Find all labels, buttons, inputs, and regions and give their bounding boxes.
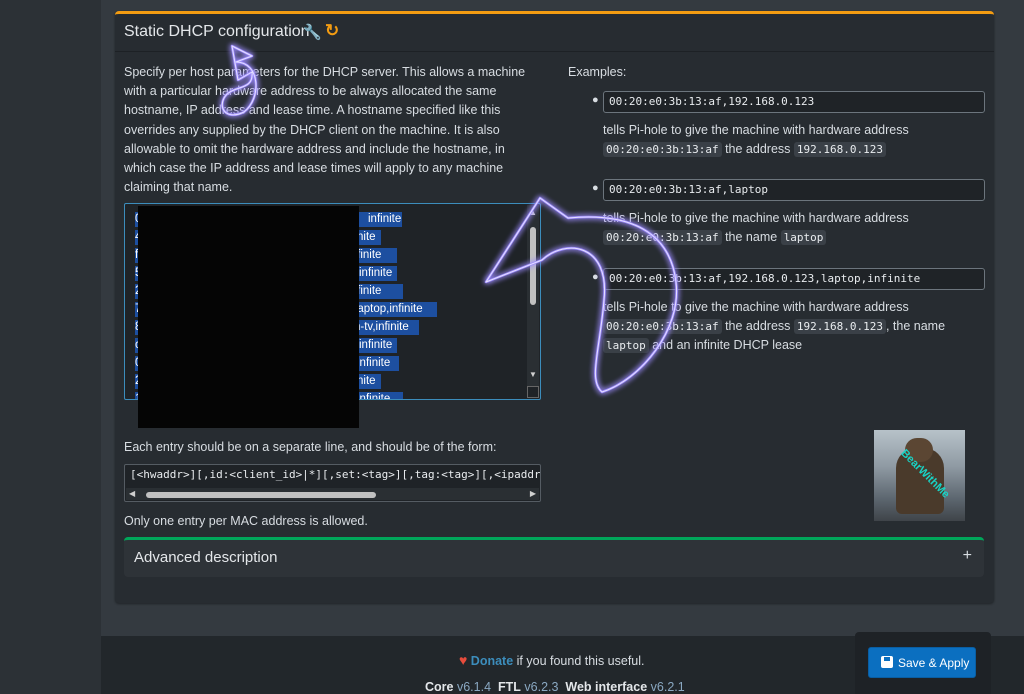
ftl-label: FTL bbox=[497, 680, 521, 694]
example-text: tells Pi-hole to give the machine with h… bbox=[603, 123, 909, 137]
example-text: the address bbox=[725, 142, 791, 156]
core-version[interactable]: v6.1.4 bbox=[457, 680, 491, 694]
example-text: tells Pi-hole to give the machine with h… bbox=[603, 211, 909, 225]
host-line-end: nite bbox=[357, 375, 376, 387]
donate-line: ♥ Donate if you found this useful. bbox=[459, 652, 645, 668]
panel-description: Specify per host parameters for the DHCP… bbox=[124, 65, 526, 195]
host-line-end: n-tv,infinite bbox=[354, 321, 409, 333]
panel-header: Static DHCP configuration 🔧 ↻ bbox=[115, 14, 994, 52]
host-line-end: infinite bbox=[357, 357, 391, 369]
host-line-end: infinite bbox=[359, 339, 393, 351]
example-text: , the name bbox=[885, 319, 946, 333]
scrollbar-thumb[interactable] bbox=[530, 227, 536, 305]
scroll-right-icon[interactable]: ▶ bbox=[530, 489, 536, 498]
form-description: Each entry should be on a separate line,… bbox=[124, 440, 497, 454]
only-one-note: Only one entry per MAC address is allowe… bbox=[124, 514, 368, 528]
example-description: tells Pi-hole to give the machine with h… bbox=[603, 209, 993, 247]
example-code: 00:20:e0:3b:13:af bbox=[603, 142, 722, 157]
host-line-end: -laptop,infinite bbox=[351, 303, 423, 315]
save-apply-button[interactable]: Save & Apply bbox=[868, 647, 976, 678]
host-line-end: infinite bbox=[368, 213, 402, 225]
scrollbar-thumb[interactable] bbox=[146, 492, 376, 498]
heart-icon: ♥ bbox=[459, 652, 468, 668]
advanced-description-panel[interactable]: Advanced description + bbox=[124, 537, 984, 577]
refresh-icon[interactable]: ↻ bbox=[325, 21, 339, 41]
textarea-vertical-scrollbar[interactable]: ▲ ▼ bbox=[527, 205, 539, 398]
example-description: tells Pi-hole to give the machine with h… bbox=[603, 121, 993, 159]
form-horizontal-scrollbar[interactable]: ◀ ▶ bbox=[126, 488, 539, 500]
web-interface-version[interactable]: v6.2.1 bbox=[651, 680, 685, 694]
ftl-version[interactable]: v6.2.3 bbox=[524, 680, 558, 694]
donate-text: if you found this useful. bbox=[516, 654, 645, 668]
donate-link[interactable]: Donate bbox=[471, 654, 513, 668]
example-input[interactable]: 00:20:e0:3b:13:af,192.168.0.123 bbox=[603, 91, 985, 113]
example-input[interactable]: 00:20:e0:3b:13:af,192.168.0.123,laptop,i… bbox=[603, 268, 985, 290]
bullet-icon: ● bbox=[592, 94, 599, 106]
example-text: and an infinite DHCP lease bbox=[652, 338, 803, 352]
save-apply-label: Save & Apply bbox=[898, 656, 970, 670]
examples-label: Examples: bbox=[568, 65, 627, 79]
wrench-icon: 🔧 bbox=[303, 24, 322, 41]
example-text: tells Pi-hole to give the machine with h… bbox=[603, 300, 909, 314]
host-line-end: infinite bbox=[359, 267, 393, 279]
form-syntax-box[interactable]: [<hwaddr>][,id:<client_id>|*][,set:<tag>… bbox=[124, 464, 541, 502]
expand-plus-icon[interactable]: + bbox=[963, 547, 972, 565]
scroll-left-icon[interactable]: ◀ bbox=[129, 489, 135, 498]
form-syntax-code: [<hwaddr>][,id:<client_id>|*][,set:<tag>… bbox=[130, 468, 541, 481]
example-description: tells Pi-hole to give the machine with h… bbox=[603, 298, 993, 355]
scroll-down-icon[interactable]: ▼ bbox=[529, 370, 537, 379]
example-code: 192.168.0.123 bbox=[793, 319, 886, 334]
bullet-icon: ● bbox=[592, 182, 599, 194]
example-text: the name bbox=[725, 230, 778, 244]
save-icon bbox=[881, 656, 893, 668]
host-line-end: nite bbox=[357, 231, 376, 243]
resize-handle[interactable] bbox=[527, 386, 539, 398]
bullet-icon: ● bbox=[592, 271, 599, 283]
web-interface-label: Web interface bbox=[565, 680, 648, 694]
advanced-description-title: Advanced description bbox=[134, 549, 278, 566]
host-line-end: infinite bbox=[357, 393, 391, 400]
core-label: Core bbox=[425, 680, 454, 694]
sidebar-gutter bbox=[0, 0, 101, 694]
bear-thumbnail: BearWithMe bbox=[874, 430, 965, 521]
example-code: laptop bbox=[603, 338, 649, 353]
example-text: the address bbox=[725, 319, 791, 333]
example-code: laptop bbox=[780, 230, 827, 245]
version-info: Core v6.1.4 FTL v6.2.3 Web interface v6.… bbox=[425, 680, 685, 694]
static-dhcp-panel: Static DHCP configuration 🔧 ↻ Specify pe… bbox=[115, 11, 994, 603]
example-code: 00:20:e0:3b:13:af bbox=[603, 319, 722, 334]
example-code: 00:20:e0:3b:13:af bbox=[603, 230, 722, 245]
example-code: 192.168.0.123 bbox=[793, 142, 886, 157]
panel-title: Static DHCP configuration bbox=[124, 23, 310, 40]
scroll-up-icon[interactable]: ▲ bbox=[529, 208, 537, 217]
redaction-block bbox=[138, 206, 359, 428]
example-input[interactable]: 00:20:e0:3b:13:af,laptop bbox=[603, 179, 985, 201]
